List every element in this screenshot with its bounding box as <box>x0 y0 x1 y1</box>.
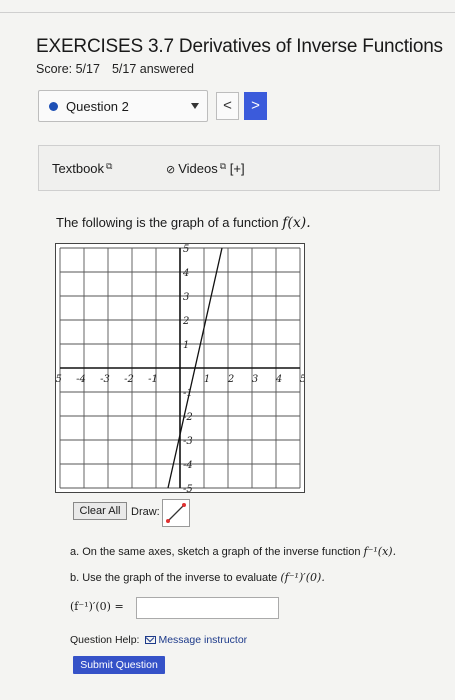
top-divider <box>0 12 455 13</box>
external-link-icon: ⧉ <box>106 161 113 171</box>
part-b-expression: (f⁻¹)′(0). <box>280 571 325 584</box>
y-tick-label: -4 <box>183 460 193 471</box>
part-a-function: f⁻¹(x). <box>363 545 397 558</box>
videos-label: Videos <box>178 161 218 176</box>
help-label: Question Help: <box>70 634 140 646</box>
mail-icon <box>145 636 157 645</box>
page-title: EXERCISES 3.7 Derivatives of Inverse Fun… <box>36 36 443 57</box>
answer-label: (f⁻¹)′(0) = <box>70 600 124 613</box>
videos-link[interactable]: ⊘ Videos ⧉ [+] <box>166 161 245 176</box>
score-line: Score: 5/17 5/17 answered <box>36 62 194 76</box>
question-part-a: a. On the same axes, sketch a graph of t… <box>70 545 396 558</box>
prompt-function: f(x). <box>282 215 311 231</box>
paperclip-icon: ⊘ <box>166 164 176 176</box>
videos-expand[interactable]: [+] <box>230 161 245 176</box>
answer-input[interactable] <box>136 597 279 619</box>
x-tick-label: -5 <box>55 374 62 385</box>
x-tick-label: 4 <box>275 374 282 385</box>
x-tick-label: -2 <box>124 374 134 385</box>
question-prompt: The following is the graph of a function… <box>56 215 311 231</box>
x-tick-label: 2 <box>227 374 234 385</box>
submit-question-button[interactable]: Submit Question <box>73 656 165 674</box>
clear-all-button[interactable]: Clear All <box>73 502 127 520</box>
question-status-dot <box>49 102 58 111</box>
answered-count: 5/17 answered <box>111 62 194 76</box>
line-draw-tool[interactable] <box>162 499 190 527</box>
line-tool-icon <box>166 503 186 523</box>
function-graph[interactable]: -5-4-3-2-11234554321-1-2-3-4-5 <box>55 243 305 493</box>
y-tick-label: 2 <box>182 316 189 327</box>
textbook-label: Textbook <box>52 161 105 176</box>
x-tick-label: -4 <box>76 374 86 385</box>
y-tick-label: 5 <box>183 244 189 255</box>
y-tick-label: 4 <box>182 268 189 279</box>
x-tick-label: -3 <box>100 374 110 385</box>
y-tick-label: -3 <box>183 436 193 447</box>
draw-label: Draw: <box>131 506 160 518</box>
chevron-down-icon <box>191 103 199 109</box>
question-select[interactable]: Question 2 <box>38 90 208 122</box>
external-link-icon: ⧉ <box>219 161 227 171</box>
textbook-link[interactable]: Textbook ⧉ <box>52 161 112 176</box>
resources-bar: Textbook ⧉ ⊘ Videos ⧉ [+] <box>38 145 440 191</box>
x-tick-label: 3 <box>252 374 258 385</box>
y-tick-label: -5 <box>183 484 193 493</box>
prev-question-button[interactable]: < <box>216 92 239 120</box>
y-tick-label: 1 <box>183 340 189 351</box>
prompt-text: The following is the graph of a function <box>56 215 279 230</box>
y-tick-label: 3 <box>183 292 189 303</box>
part-b-text: b. Use the graph of the inverse to evalu… <box>70 572 278 584</box>
question-select-label: Question 2 <box>66 99 129 114</box>
question-part-b: b. Use the graph of the inverse to evalu… <box>70 571 325 584</box>
score-value: Score: 5/17 <box>36 62 100 76</box>
question-help: Question Help: Message instructor <box>70 634 247 646</box>
message-instructor-link[interactable]: Message instructor <box>158 634 247 646</box>
part-a-text: a. On the same axes, sketch a graph of t… <box>70 546 361 558</box>
x-tick-label: -1 <box>148 374 158 385</box>
x-tick-label: 1 <box>204 374 210 385</box>
next-question-button[interactable]: > <box>244 92 267 120</box>
